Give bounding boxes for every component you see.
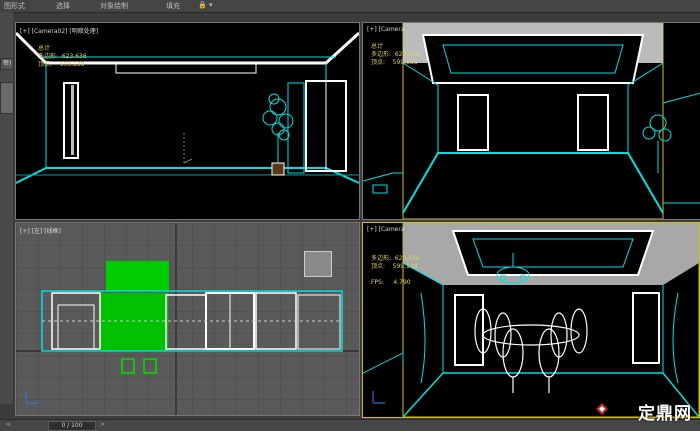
stats-line: 多边形: 623,636: [371, 255, 420, 262]
menu-item[interactable]: 选择: [56, 1, 70, 11]
stats-line: 顶点: 599,138: [38, 61, 85, 68]
viewport-camera-active[interactable]: [+] [Camera 多边形: 623,636 顶点: 599,138 FPS…: [362, 222, 700, 418]
watermark: 定鼎网: [638, 404, 692, 424]
viewport-label[interactable]: [+] [Camera02] [明暗处理]: [20, 26, 98, 35]
left-tab-strip: 帝): [0, 12, 14, 404]
viewport-camera-top-right[interactable]: [+] [Camera 总计 多边形: 623,636 顶点: 599,138: [362, 22, 700, 220]
lock-icon[interactable]: 🔒 ▾: [198, 1, 212, 9]
viewcube-icon[interactable]: [304, 251, 332, 277]
menu-bar: 图形式 选择 对象绘制 填充 🔒 ▾: [0, 0, 700, 13]
stats-line: 多边形: 623,636: [371, 51, 420, 58]
stats-line: 总计: [38, 45, 51, 52]
stats-line: FPS: 4.790: [371, 279, 411, 286]
scroll-right-icon[interactable]: >: [100, 421, 105, 428]
viewport-label[interactable]: [+] [Camera: [367, 226, 405, 233]
side-tab[interactable]: 帝): [0, 58, 14, 70]
scroll-handle[interactable]: [0, 82, 14, 114]
viewport-stats: 总计 多边形: 623,636 顶点: 599,138: [38, 45, 87, 69]
viewport-label[interactable]: [+] [Camera: [367, 26, 405, 33]
viewport-stats: 多边形: 623,636 顶点: 599,138 FPS: 4.790: [371, 255, 420, 287]
menu-item[interactable]: 对象绘制: [100, 1, 128, 11]
viewport-stats: 总计 多边形: 623,636 顶点: 599,138: [371, 43, 420, 67]
menu-item[interactable]: 填充: [166, 1, 180, 11]
viewport-label[interactable]: [+] [左] [线框]: [20, 226, 61, 235]
wireframe-scene: [363, 223, 699, 417]
stats-line: 多边形: 623,636: [38, 53, 87, 60]
status-bar: < 0 / 100 >: [0, 419, 700, 431]
stats-line: 顶点: 599,138: [371, 263, 418, 270]
menu-item[interactable]: 图形式: [4, 1, 25, 11]
logo-icon: [596, 403, 608, 415]
viewport-left-wireframe[interactable]: [+] [左] [线框]: [15, 222, 360, 416]
stats-line: 顶点: 599,138: [371, 59, 418, 66]
viewport-camera-top-left[interactable]: [+] [Camera02] [明暗处理] 总计 多边形: 623,636 顶点…: [15, 22, 360, 220]
scroll-left-icon[interactable]: <: [6, 421, 11, 428]
stats-line: 总计: [371, 43, 384, 50]
